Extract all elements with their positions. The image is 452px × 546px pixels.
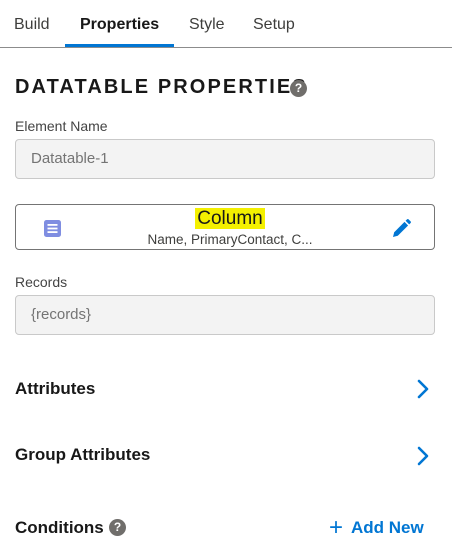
tab-setup[interactable]: Setup	[253, 0, 295, 48]
section-title: DATATABLE PROPERTIES	[15, 76, 308, 98]
pencil-icon[interactable]	[391, 219, 411, 239]
active-tab-indicator	[65, 44, 174, 47]
column-card[interactable]: Column Name, PrimaryContact, C...	[15, 204, 435, 250]
tab-properties[interactable]: Properties	[80, 0, 159, 48]
attributes-heading[interactable]: Attributes	[15, 379, 95, 399]
plus-icon: +	[329, 514, 344, 541]
element-name-label: Element Name	[15, 118, 108, 134]
chevron-right-icon[interactable]	[415, 378, 431, 400]
column-title-text: Column	[195, 208, 265, 229]
add-new-button[interactable]: + Add New	[329, 514, 424, 542]
add-new-label: Add New	[351, 518, 424, 537]
help-icon[interactable]: ?	[109, 519, 126, 536]
chevron-right-icon[interactable]	[415, 445, 431, 467]
group-attributes-heading[interactable]: Group Attributes	[15, 445, 150, 465]
tab-bar: Build Properties Style Setup	[0, 0, 452, 48]
tab-style[interactable]: Style	[189, 0, 225, 48]
conditions-heading: Conditions	[15, 518, 104, 537]
tab-build[interactable]: Build	[14, 0, 50, 48]
properties-panel: Build Properties Style Setup DATATABLE P…	[0, 0, 452, 546]
column-title: Column	[16, 208, 444, 230]
column-subtitle: Name, PrimaryContact, C...	[147, 232, 313, 247]
help-icon[interactable]: ?	[290, 80, 307, 97]
element-name-input[interactable]: Datatable-1	[15, 139, 435, 179]
records-label: Records	[15, 274, 68, 290]
records-input[interactable]: {records}	[15, 295, 435, 335]
